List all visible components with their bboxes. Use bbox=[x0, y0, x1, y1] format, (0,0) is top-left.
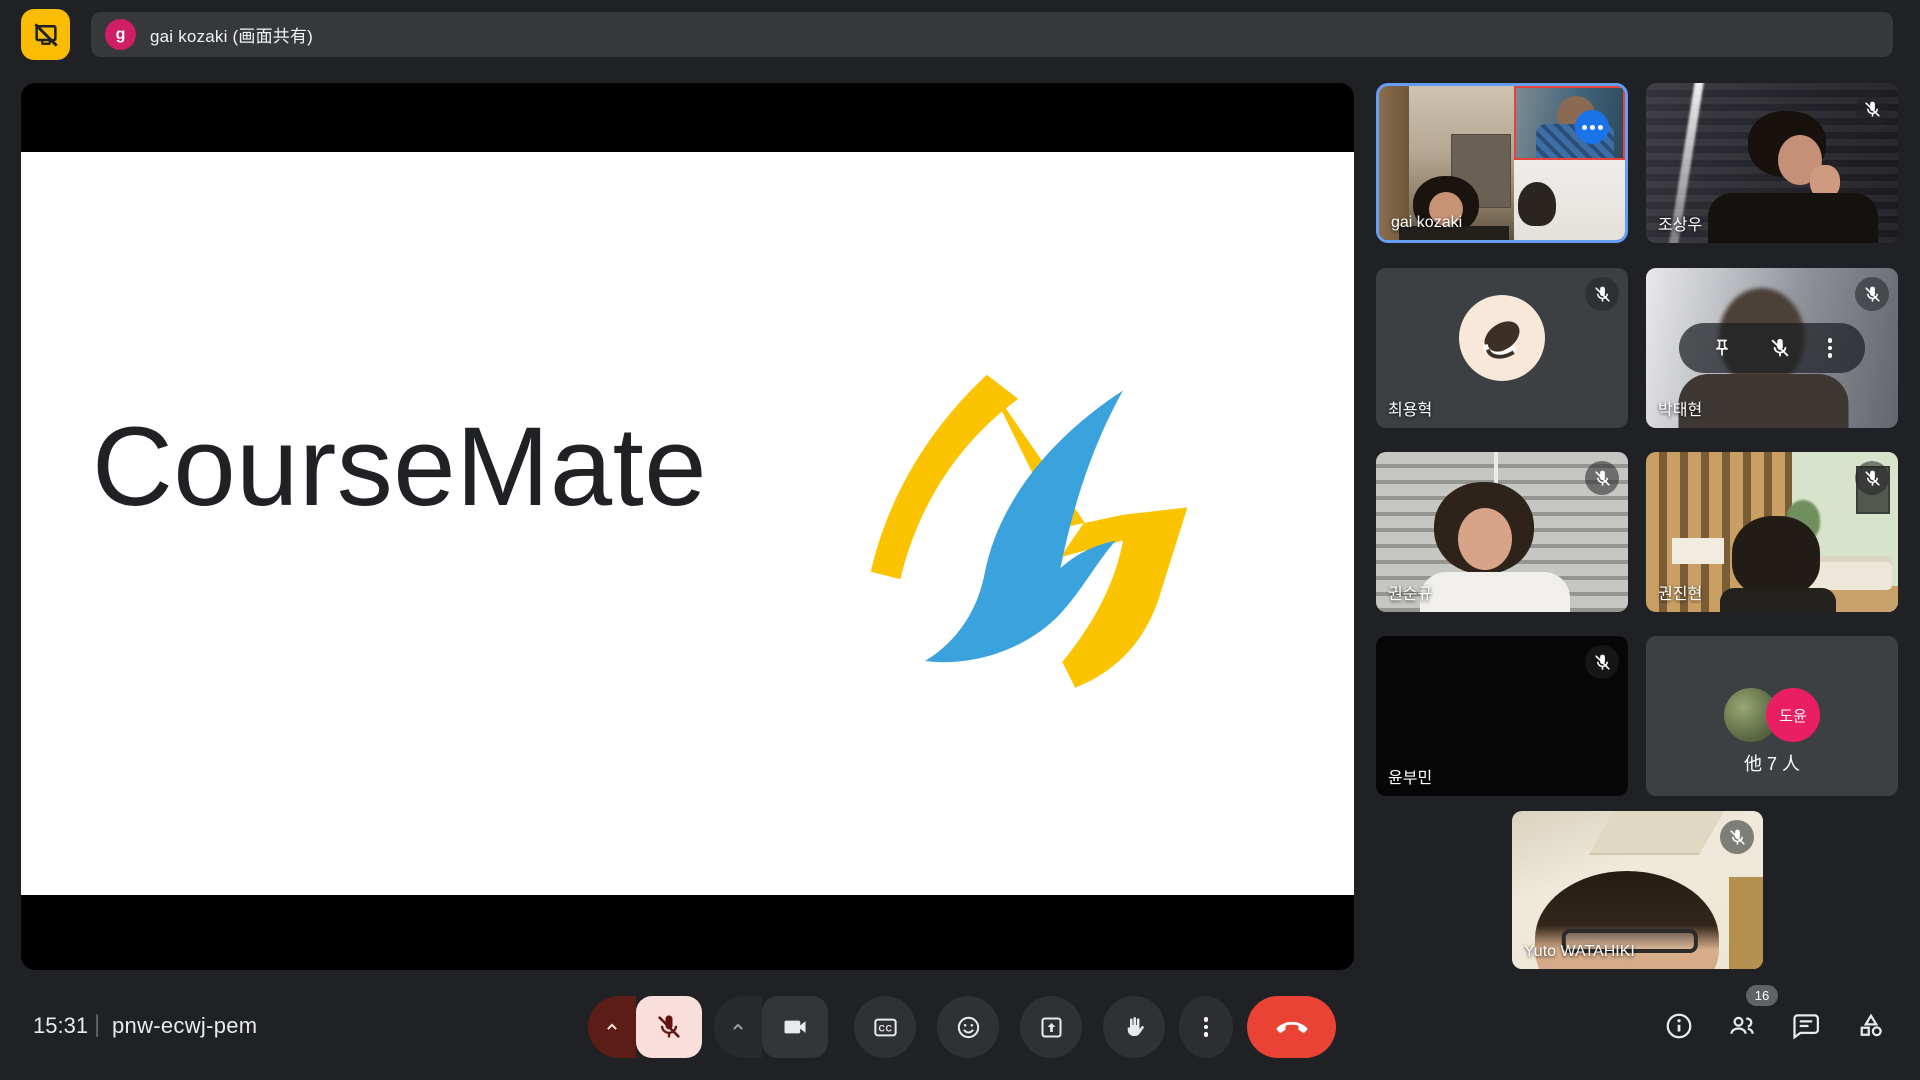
participant-name: 조상우 bbox=[1658, 211, 1702, 235]
smiley-icon bbox=[955, 1014, 982, 1041]
present-screen-button[interactable] bbox=[1020, 996, 1082, 1058]
tile-parktaehyun[interactable]: 박태현 bbox=[1646, 268, 1898, 428]
mic-toggle-button[interactable] bbox=[636, 996, 702, 1058]
slide-title: CourseMate bbox=[92, 402, 707, 531]
tile-gai-kozaki[interactable]: gai kozaki bbox=[1376, 83, 1628, 243]
chevron-up-icon bbox=[728, 1017, 748, 1037]
divider: | bbox=[94, 1011, 100, 1039]
present-icon bbox=[1038, 1014, 1065, 1041]
presenter-avatar-letter: g bbox=[116, 26, 126, 44]
camera-icon bbox=[781, 1013, 809, 1041]
hand-icon bbox=[1121, 1014, 1148, 1041]
tile-choiyonghyuk[interactable]: 최용혁 bbox=[1376, 268, 1628, 428]
phone-down-icon bbox=[1276, 1011, 1308, 1043]
presenting-banner: g gai kozaki (画面共有) bbox=[91, 12, 1893, 57]
tile-kwonsungyu[interactable]: 권순규 bbox=[1376, 452, 1628, 612]
chevron-up-icon bbox=[602, 1017, 622, 1037]
activities-button[interactable] bbox=[1856, 1011, 1886, 1041]
reactions-button[interactable] bbox=[937, 996, 999, 1058]
presentation-slide: CourseMate bbox=[21, 152, 1354, 895]
mic-muted-icon bbox=[1720, 820, 1754, 854]
avatar bbox=[1459, 295, 1545, 381]
participant-name: 권순규 bbox=[1388, 580, 1432, 604]
call-controls: CC bbox=[588, 996, 1336, 1058]
mic-muted-icon bbox=[1585, 645, 1619, 679]
mic-off-icon bbox=[655, 1013, 683, 1041]
participant-count-badge: 16 bbox=[1746, 985, 1778, 1006]
tile-yunbumin[interactable]: 윤부민 bbox=[1376, 636, 1628, 796]
more-options-button[interactable] bbox=[1179, 996, 1233, 1058]
tile-more-options-button[interactable] bbox=[1828, 338, 1833, 358]
show-everyone-button[interactable] bbox=[1727, 1011, 1757, 1041]
presenter-label: gai kozaki (画面共有) bbox=[150, 22, 313, 47]
chat-button[interactable] bbox=[1791, 1011, 1821, 1041]
mute-participant-button[interactable] bbox=[1769, 337, 1791, 359]
camera-toggle-button[interactable] bbox=[762, 996, 828, 1058]
more-vertical-icon bbox=[1204, 1017, 1209, 1037]
avatar-label: 도윤 bbox=[1779, 705, 1807, 726]
mic-muted-icon bbox=[1855, 92, 1889, 126]
pin-button[interactable] bbox=[1712, 338, 1732, 358]
mic-muted-icon bbox=[1855, 277, 1889, 311]
participant-name: 최용혁 bbox=[1388, 396, 1432, 420]
avatar-doyun: 도윤 bbox=[1766, 688, 1820, 742]
presenter-avatar: g bbox=[105, 19, 136, 50]
coursemate-logo bbox=[847, 360, 1215, 710]
tile-hover-controls bbox=[1679, 323, 1865, 373]
end-call-button[interactable] bbox=[1247, 996, 1336, 1058]
captions-icon: CC bbox=[872, 1014, 899, 1041]
camera-options-chevron[interactable] bbox=[714, 996, 762, 1058]
svg-text:CC: CC bbox=[878, 1023, 892, 1033]
participant-name: gai kozaki bbox=[1391, 214, 1462, 232]
info-icon bbox=[1664, 1011, 1694, 1041]
activities-icon bbox=[1856, 1011, 1886, 1041]
tile-more-options-button[interactable] bbox=[1575, 110, 1609, 144]
chat-icon bbox=[1791, 1011, 1821, 1041]
meeting-details-button[interactable] bbox=[1664, 1011, 1694, 1041]
raise-hand-button[interactable] bbox=[1103, 996, 1165, 1058]
mic-muted-icon bbox=[1855, 461, 1889, 495]
tile-kwonjinhyun[interactable]: 권진현 bbox=[1646, 452, 1898, 612]
shared-screen: CourseMate bbox=[21, 83, 1354, 970]
people-icon bbox=[1727, 1011, 1757, 1041]
mic-options-chevron[interactable] bbox=[588, 996, 636, 1058]
captions-button[interactable]: CC bbox=[854, 996, 916, 1058]
tile-others-overflow[interactable]: 도윤 他 7 人 bbox=[1646, 636, 1898, 796]
tile-yuto-watahiki[interactable]: Yuto WATAHIKI bbox=[1512, 811, 1763, 969]
participant-name: 권진현 bbox=[1658, 580, 1702, 604]
mic-muted-icon bbox=[1585, 277, 1619, 311]
overflow-avatars: 도윤 bbox=[1724, 688, 1820, 742]
participant-name: Yuto WATAHIKI bbox=[1524, 943, 1635, 961]
stop-presentation-button[interactable] bbox=[21, 9, 70, 60]
meeting-code: pnw-ecwj-pem bbox=[112, 1013, 257, 1039]
tile-josangu[interactable]: 조상우 bbox=[1646, 83, 1898, 243]
clock-time: 15:31 bbox=[33, 1013, 88, 1039]
others-count-label: 他 7 人 bbox=[1646, 750, 1898, 776]
mic-muted-icon bbox=[1585, 461, 1619, 495]
participant-name: 윤부민 bbox=[1388, 764, 1432, 788]
meet-window: g gai kozaki (画面共有) CourseMate bbox=[0, 0, 1920, 1080]
participant-name: 박태현 bbox=[1658, 396, 1702, 420]
presentation-off-icon bbox=[31, 20, 61, 50]
